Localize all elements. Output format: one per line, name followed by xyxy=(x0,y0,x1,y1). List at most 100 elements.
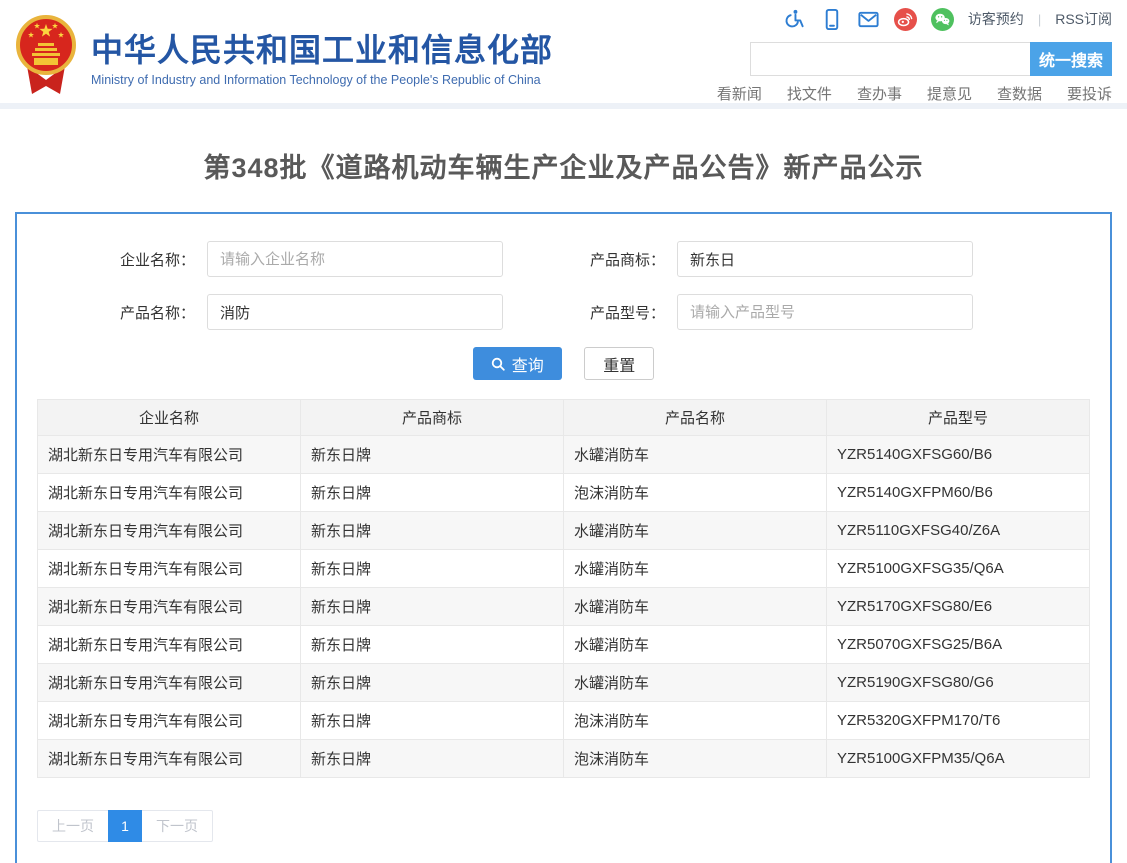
query-panel: 企业名称： 产品商标： 产品名称： 产品型号： 查询 重置 xyxy=(15,212,1112,863)
form-actions: 查询 重置 xyxy=(37,347,1090,380)
cell-model: YZR5170GXFSG80/E6 xyxy=(827,588,1090,626)
cell-trademark: 新东日牌 xyxy=(301,474,564,512)
table-row: 湖北新东日专用汽车有限公司 新东日牌 泡沫消防车 YZR5140GXFPM60/… xyxy=(38,474,1090,512)
site-subtitle: Ministry of Industry and Information Tec… xyxy=(91,73,553,87)
cell-product: 水罐消防车 xyxy=(564,436,827,474)
cell-model: YZR5320GXFPM170/T6 xyxy=(827,702,1090,740)
page-number-1[interactable]: 1 xyxy=(108,810,142,842)
next-page-button[interactable]: 下一页 xyxy=(142,810,213,842)
search-icon xyxy=(491,357,505,371)
top-nav-item[interactable]: 要投诉 xyxy=(1067,83,1112,104)
product-name-input[interactable] xyxy=(207,294,503,330)
cell-trademark: 新东日牌 xyxy=(301,740,564,778)
table-row: 湖北新东日专用汽车有限公司 新东日牌 水罐消防车 YZR5070GXFSG25/… xyxy=(38,626,1090,664)
site-search: 统一搜索 xyxy=(750,42,1112,76)
cell-trademark: 新东日牌 xyxy=(301,550,564,588)
company-name-label: 企业名称： xyxy=(37,249,195,270)
cell-company: 湖北新东日专用汽车有限公司 xyxy=(38,512,301,550)
cell-company: 湖北新东日专用汽车有限公司 xyxy=(38,550,301,588)
column-header-company: 企业名称 xyxy=(38,400,301,436)
page-title: 第348批《道路机动车辆生产企业及产品公告》新产品公示 xyxy=(0,146,1127,185)
top-nav-item[interactable]: 查办事 xyxy=(857,83,902,104)
cell-model: YZR5110GXFSG40/Z6A xyxy=(827,512,1090,550)
top-nav-item[interactable]: 提意见 xyxy=(927,83,972,104)
site-titles: 中华人民共和国工业和信息化部 Ministry of Industry and … xyxy=(91,25,553,87)
cell-company: 湖北新东日专用汽车有限公司 xyxy=(38,588,301,626)
cell-company: 湖北新东日专用汽车有限公司 xyxy=(38,626,301,664)
site-search-input[interactable] xyxy=(750,42,1030,76)
trademark-input[interactable] xyxy=(677,241,973,277)
cell-product: 水罐消防车 xyxy=(564,588,827,626)
cell-product: 泡沫消防车 xyxy=(564,474,827,512)
trademark-field: 产品商标： xyxy=(503,241,973,277)
cell-company: 湖北新东日专用汽车有限公司 xyxy=(38,436,301,474)
filter-row-1: 企业名称： 产品商标： xyxy=(37,241,1090,277)
product-name-label: 产品名称： xyxy=(37,302,195,323)
table-row: 湖北新东日专用汽车有限公司 新东日牌 水罐消防车 YZR5190GXFSG80/… xyxy=(38,664,1090,702)
visitor-appointment-link[interactable]: 访客预约 xyxy=(968,9,1024,29)
table-body: 湖北新东日专用汽车有限公司 新东日牌 水罐消防车 YZR5140GXFSG60/… xyxy=(38,436,1090,778)
prev-page-button[interactable]: 上一页 xyxy=(37,810,108,842)
site-header: 中华人民共和国工业和信息化部 Ministry of Industry and … xyxy=(0,0,1127,109)
table-row: 湖北新东日专用汽车有限公司 新东日牌 泡沫消防车 YZR5100GXFPM35/… xyxy=(38,740,1090,778)
table-row: 湖北新东日专用汽车有限公司 新东日牌 水罐消防车 YZR5110GXFSG40/… xyxy=(38,512,1090,550)
cell-model: YZR5070GXFSG25/B6A xyxy=(827,626,1090,664)
product-model-field: 产品型号： xyxy=(503,294,973,330)
national-emblem-icon xyxy=(14,14,78,98)
column-header-trademark: 产品商标 xyxy=(301,400,564,436)
mobile-icon[interactable] xyxy=(820,8,843,31)
table-row: 湖北新东日专用汽车有限公司 新东日牌 泡沫消防车 YZR5320GXFPM170… xyxy=(38,702,1090,740)
cell-model: YZR5100GXFPM35/Q6A xyxy=(827,740,1090,778)
cell-product: 水罐消防车 xyxy=(564,550,827,588)
cell-trademark: 新东日牌 xyxy=(301,588,564,626)
header-utility-icons: 访客预约 | RSS订阅 xyxy=(783,6,1112,32)
column-header-product: 产品名称 xyxy=(564,400,827,436)
cell-company: 湖北新东日专用汽车有限公司 xyxy=(38,474,301,512)
cell-company: 湖北新东日专用汽车有限公司 xyxy=(38,702,301,740)
top-nav-item[interactable]: 找文件 xyxy=(787,83,832,104)
table-row: 湖北新东日专用汽车有限公司 新东日牌 水罐消防车 YZR5170GXFSG80/… xyxy=(38,588,1090,626)
top-nav-item[interactable]: 查数据 xyxy=(997,83,1042,104)
table-row: 湖北新东日专用汽车有限公司 新东日牌 水罐消防车 YZR5140GXFSG60/… xyxy=(38,436,1090,474)
cell-model: YZR5140GXFSG60/B6 xyxy=(827,436,1090,474)
cell-product: 水罐消防车 xyxy=(564,626,827,664)
top-nav: 看新闻 找文件 查办事 提意见 查数据 要投诉 xyxy=(717,83,1112,104)
cell-product: 泡沫消防车 xyxy=(564,740,827,778)
cell-product: 泡沫消防车 xyxy=(564,702,827,740)
cell-model: YZR5190GXFSG80/G6 xyxy=(827,664,1090,702)
weibo-icon[interactable] xyxy=(894,8,917,31)
query-button[interactable]: 查询 xyxy=(473,347,562,380)
cell-model: YZR5140GXFPM60/B6 xyxy=(827,474,1090,512)
accessibility-icon[interactable] xyxy=(783,8,806,31)
mail-icon[interactable] xyxy=(857,8,880,31)
pagination: 上一页 1 下一页 xyxy=(37,810,1090,842)
cell-company: 湖北新东日专用汽车有限公司 xyxy=(38,664,301,702)
table-row: 湖北新东日专用汽车有限公司 新东日牌 水罐消防车 YZR5100GXFSG35/… xyxy=(38,550,1090,588)
cell-product: 水罐消防车 xyxy=(564,664,827,702)
cell-trademark: 新东日牌 xyxy=(301,512,564,550)
reset-button[interactable]: 重置 xyxy=(584,347,654,380)
company-name-input[interactable] xyxy=(207,241,503,277)
cell-company: 湖北新东日专用汽车有限公司 xyxy=(38,740,301,778)
site-search-button[interactable]: 统一搜索 xyxy=(1030,42,1112,76)
results-table: 企业名称 产品商标 产品名称 产品型号 湖北新东日专用汽车有限公司 新东日牌 水… xyxy=(37,399,1090,778)
cell-trademark: 新东日牌 xyxy=(301,664,564,702)
cell-trademark: 新东日牌 xyxy=(301,626,564,664)
column-header-model: 产品型号 xyxy=(827,400,1090,436)
table-header-row: 企业名称 产品商标 产品名称 产品型号 xyxy=(38,400,1090,436)
rss-subscribe-link[interactable]: RSS订阅 xyxy=(1055,9,1112,29)
site-logo[interactable]: 中华人民共和国工业和信息化部 Ministry of Industry and … xyxy=(14,14,553,98)
top-nav-item[interactable]: 看新闻 xyxy=(717,83,762,104)
site-title: 中华人民共和国工业和信息化部 xyxy=(91,33,553,68)
trademark-label: 产品商标： xyxy=(503,249,665,270)
cell-model: YZR5100GXFSG35/Q6A xyxy=(827,550,1090,588)
cell-trademark: 新东日牌 xyxy=(301,702,564,740)
filter-row-2: 产品名称： 产品型号： xyxy=(37,294,1090,330)
wechat-icon[interactable] xyxy=(931,8,954,31)
product-name-field: 产品名称： xyxy=(37,294,503,330)
cell-product: 水罐消防车 xyxy=(564,512,827,550)
product-model-input[interactable] xyxy=(677,294,973,330)
product-model-label: 产品型号： xyxy=(503,302,665,323)
cell-trademark: 新东日牌 xyxy=(301,436,564,474)
query-button-label: 查询 xyxy=(512,352,544,376)
